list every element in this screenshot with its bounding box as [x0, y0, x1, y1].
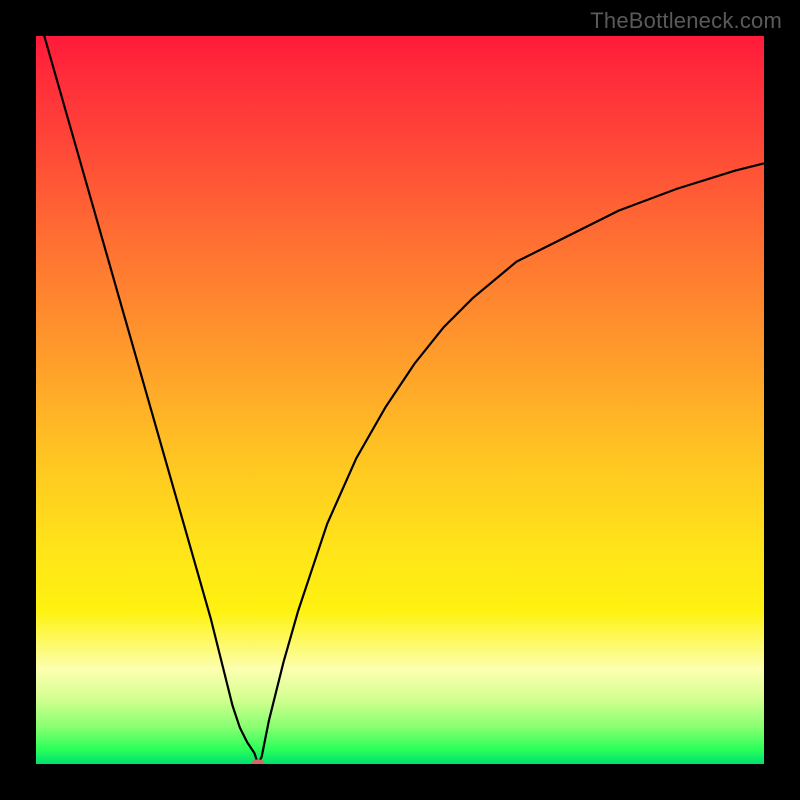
- minimum-marker: [252, 760, 265, 765]
- curve-path: [36, 36, 764, 764]
- watermark-text: TheBottleneck.com: [590, 8, 782, 34]
- plot-area: [36, 36, 764, 764]
- chart-frame: TheBottleneck.com: [0, 0, 800, 800]
- bottleneck-curve: [36, 36, 764, 764]
